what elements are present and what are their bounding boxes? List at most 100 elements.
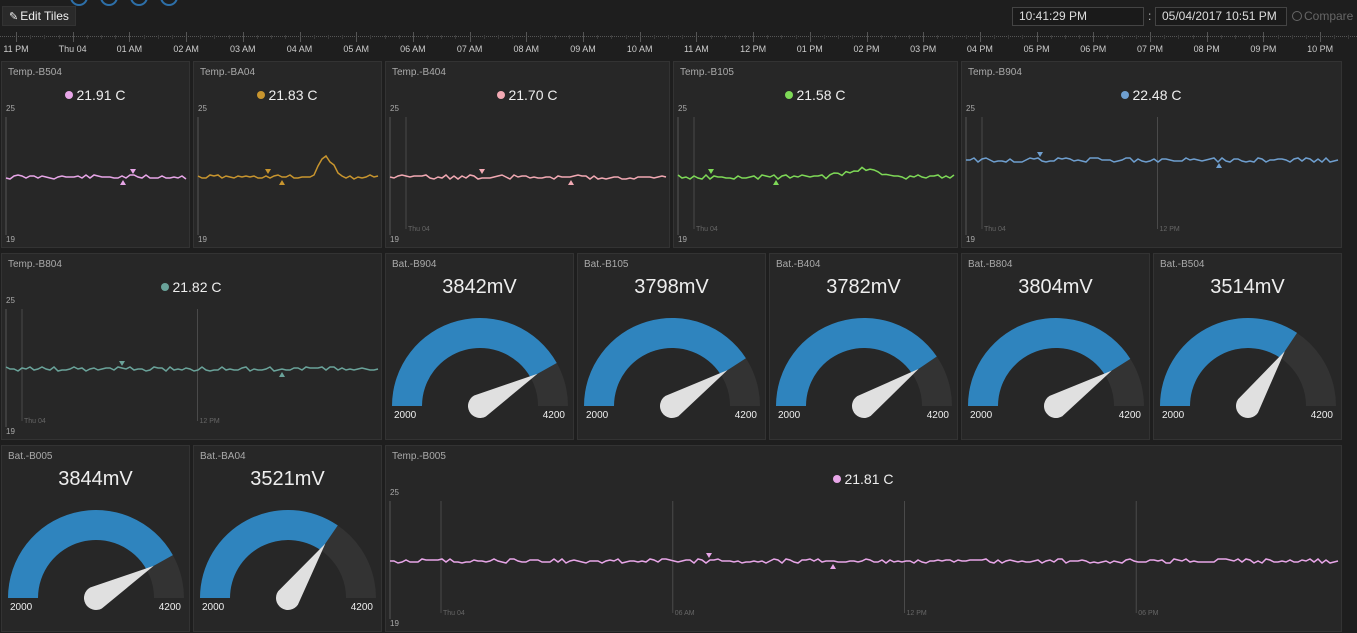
timeline-minor-tick: [115, 35, 117, 39]
timeline-minor-tick: [540, 35, 542, 39]
battery-tile-b105[interactable]: Bat.-B105 3798mV 2000 4200: [577, 253, 766, 440]
temp-tile-b105[interactable]: Temp.-B105 21.58 C 25 19 Thu 04: [673, 61, 958, 248]
timeline-minor-tick: [1291, 35, 1293, 39]
timeline-minor-tick: [143, 35, 145, 39]
max-marker-icon: [706, 553, 712, 558]
timeline-minor-tick: [342, 35, 344, 39]
temperature-chart[interactable]: [194, 62, 383, 249]
timeline-tick: [866, 32, 868, 42]
time-marker-label: 06 AM: [675, 610, 695, 617]
time-marker-label: Thu 04: [696, 226, 718, 233]
min-marker-icon: [773, 180, 779, 185]
time-marker-label: Thu 04: [984, 226, 1006, 233]
temperature-chart[interactable]: Thu 04 12 PM: [962, 62, 1343, 249]
battery-tile-b904[interactable]: Bat.-B904 3842mV 2000 4200: [385, 253, 574, 440]
temperature-chart[interactable]: Thu 04: [386, 62, 671, 249]
timeline-tick: [809, 32, 811, 42]
timeline-tick: [1320, 32, 1322, 42]
gauge-max-label: 4200: [350, 602, 373, 613]
temp-tile-ba04[interactable]: Temp.-BA04 21.83 C 25 19: [193, 61, 382, 248]
edit-tiles-button[interactable]: ✎ Edit Tiles: [2, 6, 76, 26]
compare-button[interactable]: Compare: [1292, 9, 1353, 23]
timeline-tick: [979, 32, 981, 42]
timeline-minor-tick: [1107, 35, 1109, 39]
timeline-minor-tick: [894, 35, 896, 39]
timeline-tick: [412, 32, 414, 42]
time-separator: :: [1148, 9, 1152, 23]
battery-tile-b005[interactable]: Bat.-B005 3844mV 2000 4200: [1, 445, 190, 632]
end-datetime-input[interactable]: 05/04/2017 10:51 PM: [1155, 7, 1287, 26]
timeline-minor-tick: [724, 35, 726, 39]
timeline-tick: [1206, 32, 1208, 42]
time-marker-label: Thu 04: [408, 226, 430, 233]
min-marker-icon: [279, 372, 285, 377]
timeline-tick: [583, 32, 584, 42]
pencil-icon: ✎: [9, 11, 19, 23]
timeline-minor-tick: [682, 35, 684, 39]
timeline-minor-tick: [1050, 35, 1052, 39]
view-dot[interactable]: [100, 0, 118, 6]
temp-tile-b005[interactable]: Temp.-B005 21.81 C 25 19 Thu 04 06 AM 12 PM 06 …: [385, 445, 1342, 632]
timeline-minor-tick: [1235, 35, 1237, 39]
timeline-minor-tick: [313, 35, 315, 39]
temperature-chart[interactable]: Thu 04: [674, 62, 959, 249]
timeline-minor-tick: [738, 35, 740, 39]
temp-tile-b404[interactable]: Temp.-B404 21.70 C 25 19 Thu 04: [385, 61, 670, 248]
timeline-minor-tick: [795, 35, 797, 39]
gauge-min-label: 2000: [394, 410, 417, 421]
temperature-chart[interactable]: [2, 62, 191, 249]
max-marker-icon: [265, 169, 271, 174]
timeline-label: 08 AM: [513, 44, 540, 54]
timeline-minor-tick: [611, 35, 613, 39]
gauge-fill: [7, 509, 173, 598]
timeline-minor-tick: [1348, 35, 1350, 39]
timeline-axis: [0, 36, 1357, 37]
timeline-minor-tick: [625, 35, 627, 39]
gauge-min-label: 2000: [1162, 410, 1185, 421]
timeline-scrubber[interactable]: 11 PM Thu 04 01 AM 02 AM 03 AM 04 AM 05 AM 06 A…: [0, 28, 1357, 56]
temp-tile-b504[interactable]: Temp.-B504 21.91 C 25 19: [1, 61, 190, 248]
timeline-minor-tick: [497, 35, 499, 39]
time-marker-label: 06 PM: [1138, 610, 1158, 617]
battery-tile-ba04[interactable]: Bat.-BA04 3521mV 2000 4200: [193, 445, 382, 632]
timeline-label: 07 AM: [456, 44, 483, 54]
timeline-minor-tick: [512, 35, 514, 39]
timeline-minor-tick: [1249, 35, 1251, 39]
temp-tile-b804[interactable]: Temp.-B804 21.82 C 25 19 Thu 04 12 PM: [1, 253, 382, 440]
timeline-label: 09 PM: [1250, 44, 1277, 54]
timeline-tick: [753, 32, 755, 42]
temperature-series-line: [966, 156, 1339, 164]
battery-tile-b404[interactable]: Bat.-B404 3782mV 2000 4200: [769, 253, 958, 440]
battery-tile-b504[interactable]: Bat.-B504 3514mV 2000 4200: [1153, 253, 1342, 440]
temp-tile-b904[interactable]: Temp.-B904 22.48 C 25 19 Thu 04 12 PM: [961, 61, 1342, 248]
timeline-minor-tick: [171, 35, 173, 39]
start-time-input[interactable]: 10:41:29 PM: [1012, 7, 1144, 26]
timeline-minor-tick: [710, 35, 712, 39]
timeline-tick: [299, 32, 301, 42]
gauge-needle: [852, 368, 919, 418]
view-dot[interactable]: [130, 0, 148, 6]
gauge-max-label: 4200: [542, 410, 565, 421]
min-marker-icon: [120, 180, 126, 185]
temperature-chart[interactable]: Thu 04 12 PM: [2, 254, 383, 441]
gauge-needle: [1043, 370, 1112, 419]
timeline-minor-tick: [327, 35, 329, 39]
timeline-tick: [526, 32, 528, 42]
timeline-label: 03 PM: [910, 44, 937, 54]
battery-tile-b804[interactable]: Bat.-B804 3804mV 2000 4200: [961, 253, 1150, 440]
compare-label: Compare: [1304, 9, 1354, 23]
gauge-fill: [968, 318, 1131, 406]
gauge-min-label: 2000: [970, 410, 993, 421]
temperature-series-line: [197, 154, 379, 180]
timeline-label: 11 PM: [3, 44, 29, 54]
gauge-needle: [467, 373, 538, 419]
temperature-chart[interactable]: Thu 04 06 AM 12 PM 06 PM: [386, 446, 1343, 633]
max-marker-icon: [130, 169, 136, 174]
timeline-minor-tick: [1121, 35, 1123, 39]
timeline-tick: [129, 32, 131, 42]
timeline-minor-tick: [256, 35, 258, 39]
timeline-minor-tick: [994, 35, 996, 39]
timeline-minor-tick: [668, 35, 670, 39]
timeline-tick: [1150, 32, 1151, 42]
view-dot[interactable]: [160, 0, 178, 6]
